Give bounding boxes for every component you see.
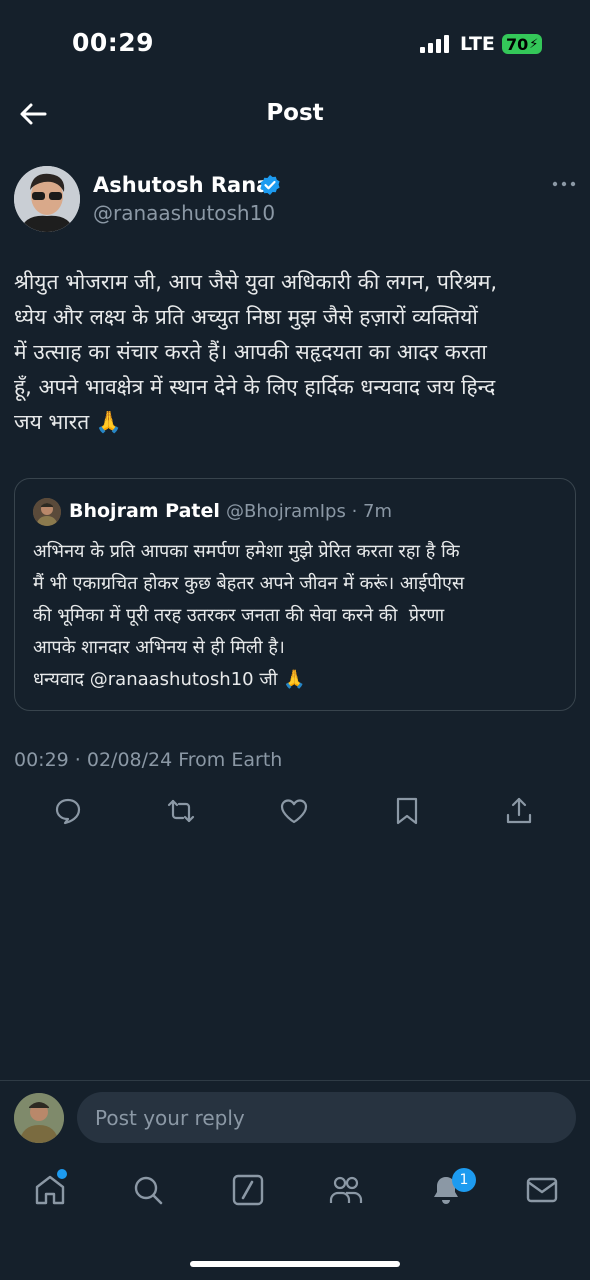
- post-timestamp: 00:29 · 02/08/24 From Earth: [14, 749, 283, 771]
- author-handle[interactable]: @ranaashutosh10: [93, 201, 275, 225]
- communities-icon[interactable]: [328, 1172, 364, 1208]
- share-icon[interactable]: [504, 796, 534, 826]
- verified-badge-icon: [259, 174, 281, 196]
- battery-indicator: 70 ⚡: [502, 34, 542, 54]
- home-indicator: [190, 1261, 400, 1267]
- search-icon[interactable]: [130, 1172, 166, 1208]
- page-title: Post: [266, 100, 324, 126]
- notification-count-badge: 1: [452, 1168, 476, 1192]
- repost-icon[interactable]: [166, 796, 196, 826]
- quoted-author-name: Bhojram Patel: [69, 500, 220, 522]
- status-time: 00:29: [72, 28, 155, 57]
- like-icon[interactable]: [279, 796, 309, 826]
- reply-input[interactable]: Post your reply: [77, 1092, 576, 1143]
- reply-icon[interactable]: [53, 796, 83, 826]
- battery-level: 70: [506, 34, 529, 54]
- bookmark-icon[interactable]: [392, 796, 422, 826]
- more-options-icon[interactable]: [552, 176, 576, 192]
- current-user-avatar[interactable]: [14, 1093, 64, 1143]
- author-name[interactable]: Ashutosh Rana: [93, 173, 270, 197]
- quoted-post-text: अभिनय के प्रति आपका समर्पण हमेशा मुझे प्…: [33, 541, 465, 690]
- reply-bar-divider: [0, 1080, 590, 1081]
- quoted-author-handle: @BhojramIps · 7m: [226, 501, 392, 522]
- signal-icon: [420, 35, 452, 53]
- grok-icon[interactable]: [230, 1172, 266, 1208]
- author-avatar[interactable]: [14, 166, 80, 232]
- charging-icon: ⚡: [529, 36, 539, 52]
- home-unread-dot: [57, 1169, 67, 1179]
- quoted-author-avatar[interactable]: [33, 498, 61, 526]
- post-text: श्रीयुत भोजराम जी, आप जैसे युवा अधिकारी …: [14, 270, 498, 434]
- network-type: LTE: [460, 33, 495, 55]
- messages-icon[interactable]: [524, 1172, 560, 1208]
